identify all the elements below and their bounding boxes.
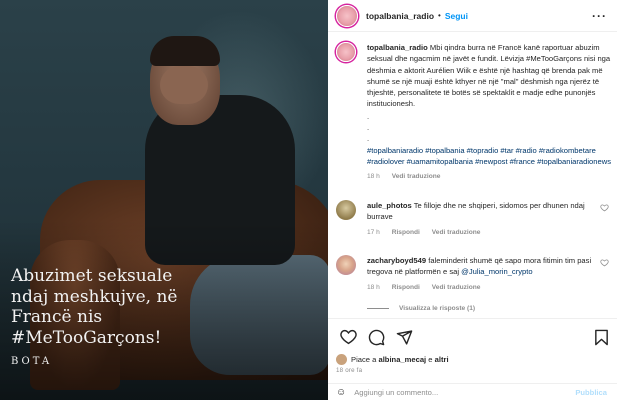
follow-button[interactable]: Segui	[445, 11, 468, 21]
liker-username[interactable]: albina_mecaj	[378, 355, 426, 364]
header-separator: •	[438, 11, 441, 20]
caption-dot: .	[367, 123, 370, 133]
like-comment-heart-icon[interactable]	[600, 258, 609, 269]
view-replies-label: Visualizza le risposte (1)	[399, 305, 476, 312]
post-image[interactable]: Abuzimet seksuale ndaj meshkujve, në Fra…	[0, 0, 328, 400]
bookmark-icon[interactable]	[591, 327, 611, 347]
translate-link[interactable]: Vedi traduzione	[432, 284, 481, 291]
caption-translate-link[interactable]: Vedi traduzione	[392, 173, 441, 180]
commenter-username[interactable]: aule_photos	[367, 201, 412, 210]
reply-button[interactable]: Rispondi	[392, 229, 420, 236]
caption-text: Mbi qindra burra në Francë kanë raportua…	[367, 43, 611, 109]
post-timestamp[interactable]: 18 ore fa	[336, 367, 362, 374]
caption-meta: 18 h Vedi traduzione	[367, 171, 611, 182]
caption-comment: topalbania_radio Mbi qindra burra në Fra…	[336, 42, 611, 183]
image-caption-line: Abuzimet seksuale	[11, 266, 173, 286]
caption-author-avatar[interactable]	[336, 42, 356, 62]
image-caption-line: ndaj meshkujve, në	[11, 286, 178, 307]
comment-icon[interactable]	[364, 327, 388, 347]
commenter-avatar[interactable]	[336, 255, 356, 275]
likes-summary[interactable]: Piace a albina_mecaj e altri	[336, 354, 449, 365]
image-caption-line: Francë nis	[11, 307, 103, 327]
action-icons	[336, 327, 420, 347]
comments-list[interactable]: topalbania_radio Mbi qindra burra në Fra…	[328, 33, 617, 318]
caption-time[interactable]: 18 h	[367, 173, 380, 180]
post-side-panel: topalbania_radio • Segui ··· topalbania_…	[328, 0, 617, 400]
more-options-icon[interactable]: ···	[592, 9, 607, 23]
comment-mention[interactable]: @Julia_morin_crypto	[461, 267, 532, 276]
share-icon[interactable]	[392, 327, 416, 347]
comment-item: aule_photos Te filloje dhe ne shqiperi, …	[336, 200, 611, 238]
caption-dot: .	[367, 134, 370, 144]
likes-prefix: Piace a	[351, 355, 377, 364]
translate-link[interactable]: Vedi traduzione	[432, 229, 481, 236]
comment-time[interactable]: 17 h	[367, 229, 380, 236]
comment-meta: 17 h Rispondi Vedi traduzione	[367, 227, 597, 238]
likes-others-link[interactable]: altri	[435, 355, 449, 364]
caption-author-username[interactable]: topalbania_radio	[367, 43, 428, 52]
reply-button[interactable]: Rispondi	[392, 284, 420, 291]
heart-icon[interactable]	[336, 327, 360, 347]
comment-input[interactable]	[354, 388, 555, 397]
image-hand	[160, 66, 208, 104]
commenter-username[interactable]: zacharyboyd549	[367, 256, 426, 265]
add-comment-bar: ☺ Pubblica	[328, 383, 617, 400]
likes-conjunction: e	[428, 355, 433, 364]
publish-button[interactable]: Pubblica	[575, 388, 607, 397]
image-hair	[150, 36, 220, 66]
author-avatar[interactable]	[336, 4, 358, 27]
view-replies-button[interactable]: Visualizza le risposte (1)	[367, 305, 475, 312]
image-brand: BOTA	[11, 356, 53, 367]
image-caption: Abuzimet seksuale ndaj meshkujve, në Fra…	[11, 266, 221, 348]
author-username[interactable]: topalbania_radio	[366, 11, 434, 21]
image-caption-line: #MeTooGarçons!	[11, 327, 162, 348]
commenter-avatar[interactable]	[336, 200, 356, 220]
emoji-icon[interactable]: ☺	[336, 387, 346, 398]
comment-meta: 18 h Rispondi Vedi traduzione	[367, 282, 597, 293]
like-comment-heart-icon[interactable]	[600, 203, 609, 214]
caption-hashtags[interactable]: #topalbaniaradio #topalbania #topradio #…	[367, 145, 611, 168]
post-header: topalbania_radio • Segui ···	[328, 0, 617, 32]
post-actions: Piace a albina_mecaj e altri 18 ore fa ☺…	[328, 318, 617, 400]
comment-item: zacharyboyd549 faleminderit shumë që sap…	[336, 255, 611, 293]
replies-line	[367, 308, 389, 309]
liker-avatar	[336, 354, 347, 365]
caption-dots: . . .	[367, 111, 611, 145]
caption-dot: .	[367, 111, 370, 121]
comment-time[interactable]: 18 h	[367, 284, 380, 291]
